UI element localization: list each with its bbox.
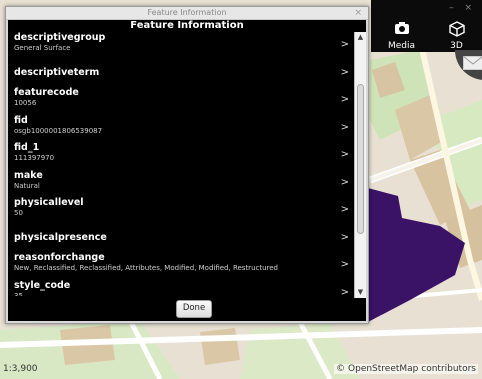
- dialog-window-title: Feature Information: [147, 8, 227, 17]
- attribute-row[interactable]: physicallevel 50 >: [8, 196, 353, 224]
- attribute-key: descriptivegroup: [14, 32, 106, 43]
- chevron-right-icon[interactable]: >: [341, 149, 349, 160]
- chevron-right-icon[interactable]: >: [341, 232, 349, 243]
- attribute-key: featurecode: [14, 87, 79, 98]
- attribute-row[interactable]: physicalpresence >: [8, 224, 353, 252]
- attribute-value: 10056: [14, 99, 37, 107]
- chevron-right-icon[interactable]: >: [341, 287, 349, 297]
- dialog-close-button[interactable]: ×: [354, 7, 362, 19]
- chevron-right-icon[interactable]: >: [341, 94, 349, 105]
- toolbar: Media 3D: [371, 18, 482, 52]
- map-attribution[interactable]: © OpenStreetMap contributors: [334, 364, 478, 374]
- attribute-key: fid_1: [14, 142, 40, 153]
- cube-icon: [429, 18, 482, 41]
- scrollbar-thumb[interactable]: [357, 84, 364, 234]
- attribute-value: New, Reclassified, Reclassified, Attribu…: [14, 264, 279, 272]
- attribute-row[interactable]: fid osgb1000001806539087 >: [8, 114, 353, 142]
- attribute-row[interactable]: descriptivegroup General Surface >: [8, 31, 353, 59]
- chevron-right-icon[interactable]: >: [341, 39, 349, 50]
- threed-button[interactable]: 3D: [429, 18, 482, 52]
- attribute-value: 111397970: [14, 154, 55, 162]
- dialog-titlebar[interactable]: Feature Information ×: [6, 7, 368, 20]
- feature-panel: Feature Information descriptivegroup Gene…: [8, 20, 366, 321]
- feature-information-dialog: Feature Information × Feature Informatio…: [5, 6, 369, 324]
- media-button[interactable]: Media: [374, 18, 429, 52]
- attribute-row[interactable]: fid_1 111397970 >: [8, 141, 353, 169]
- attribute-key: style_code: [14, 279, 71, 291]
- attribute-value: 50: [14, 209, 23, 217]
- attribute-list-scrollbar[interactable]: ▲ ▼: [354, 32, 366, 298]
- attribute-row[interactable]: make Natural >: [8, 169, 353, 197]
- attribute-value: osgb1000001806539087: [14, 126, 103, 135]
- envelope-icon: [463, 56, 482, 70]
- attribute-value: General Surface: [14, 44, 71, 52]
- attribute-list[interactable]: descriptivegroup General Surface > descript…: [8, 31, 353, 296]
- window-controls[interactable]: – ×: [449, 3, 476, 13]
- chevron-right-icon[interactable]: >: [341, 122, 349, 133]
- chevron-right-icon[interactable]: >: [341, 177, 349, 188]
- camera-icon: [374, 18, 429, 41]
- scroll-up-arrow-icon[interactable]: ▲: [356, 33, 365, 42]
- attribute-value: Natural: [14, 181, 40, 190]
- chevron-right-icon[interactable]: >: [341, 204, 349, 215]
- attribute-row[interactable]: descriptiveterm >: [8, 59, 353, 87]
- attribute-row[interactable]: reasonforchange New, Reclassified, Reclas…: [8, 251, 353, 279]
- attribute-key: make: [14, 169, 43, 181]
- chevron-right-icon[interactable]: >: [341, 259, 349, 270]
- attribute-value: 35: [14, 291, 23, 297]
- chevron-right-icon[interactable]: >: [341, 67, 349, 78]
- media-button-label: Media: [387, 41, 416, 51]
- scroll-down-arrow-icon[interactable]: ▼: [356, 288, 365, 297]
- attribute-key: fid: [14, 114, 28, 126]
- done-button[interactable]: Done: [176, 300, 212, 318]
- attribute-row[interactable]: featurecode 10056 >: [8, 86, 353, 114]
- attribute-row[interactable]: style_code 35 >: [8, 279, 353, 297]
- attribute-key: reasonforchange: [14, 252, 105, 263]
- attribute-key: physicalpresence: [14, 231, 107, 243]
- map-scale-label: 1:3,900: [3, 364, 38, 374]
- toolbar-header: – ×: [371, 0, 482, 18]
- attribute-key: physicallevel: [14, 197, 84, 208]
- attribute-key: descriptiveterm: [14, 66, 100, 78]
